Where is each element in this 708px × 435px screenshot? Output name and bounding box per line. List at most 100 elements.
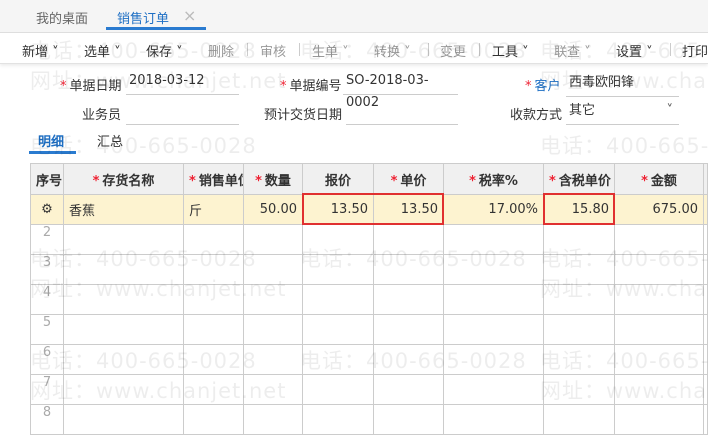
date-field[interactable]: 2018-03-12 [126,70,239,95]
settings-button[interactable]: 设置 ˅ [616,41,653,60]
empty-cell[interactable] [543,314,615,345]
table-row[interactable]: 6 [30,344,708,375]
empty-cell[interactable] [443,284,544,315]
empty-cell[interactable] [302,344,374,375]
empty-cell[interactable] [373,284,444,315]
salesman-field[interactable] [126,100,239,125]
empty-cell[interactable] [614,314,704,345]
empty-cell[interactable] [63,314,184,345]
empty-cell[interactable] [543,344,615,375]
empty-cell[interactable] [443,404,544,435]
cell-item[interactable]: 香蕉 [63,194,184,225]
empty-cell[interactable] [703,254,708,285]
empty-cell[interactable] [373,374,444,405]
empty-cell[interactable] [183,344,244,375]
empty-cell[interactable] [63,254,184,285]
query-button[interactable]: 联查 ˅ [554,41,591,60]
empty-cell[interactable] [243,344,303,375]
cell-tax[interactable]: 17.00% [443,194,544,225]
row-settings-icon[interactable]: ⚙ [30,194,64,225]
delete-button[interactable]: 删除 [208,41,234,60]
empty-cell[interactable] [543,404,615,435]
empty-cell[interactable] [302,404,374,435]
empty-cell[interactable] [373,254,444,285]
empty-cell[interactable] [443,314,544,345]
tab-summary[interactable]: 汇总 [97,131,123,150]
empty-cell[interactable] [373,314,444,345]
empty-cell[interactable] [373,404,444,435]
empty-cell[interactable] [614,344,704,375]
payment-select[interactable]: 其它 ˅ [566,100,679,125]
cell-unit[interactable]: 斤 [183,194,244,225]
generate-button[interactable]: 生单 ˅ [312,41,349,60]
cell-amount[interactable]: 675.00 [614,194,704,225]
empty-cell[interactable] [543,224,615,255]
change-button[interactable]: 变更 [440,41,466,60]
empty-cell[interactable] [703,314,708,345]
empty-cell[interactable] [243,314,303,345]
tab-desktop[interactable]: 我的桌面 [36,8,88,27]
empty-cell[interactable] [443,224,544,255]
empty-cell[interactable] [543,284,615,315]
delivery-date-field[interactable] [346,100,458,125]
empty-cell[interactable] [703,224,708,255]
empty-cell[interactable] [614,224,704,255]
table-row[interactable]: 3 [30,254,708,285]
cell-qty[interactable]: 50.00 [243,194,303,225]
empty-cell[interactable] [703,344,708,375]
empty-cell[interactable] [614,254,704,285]
customer-field[interactable]: 西毒欧阳锋 [566,72,679,97]
empty-cell[interactable] [703,374,708,405]
empty-cell[interactable] [183,284,244,315]
empty-cell[interactable] [183,404,244,435]
audit-button[interactable]: 审核 [260,41,286,60]
empty-cell[interactable] [63,374,184,405]
table-row[interactable]: 2 [30,224,708,255]
empty-cell[interactable] [443,344,544,375]
empty-cell[interactable] [614,374,704,405]
table-row[interactable]: 8 [30,404,708,435]
empty-cell[interactable] [543,374,615,405]
tools-button[interactable]: 工具 ˅ [492,41,529,60]
empty-cell[interactable] [373,344,444,375]
select-button[interactable]: 选单 ˅ [84,41,121,60]
empty-cell[interactable] [183,224,244,255]
empty-cell[interactable] [63,224,184,255]
empty-cell[interactable] [243,374,303,405]
new-button[interactable]: 新增 ˅ [22,41,59,60]
empty-cell[interactable] [183,254,244,285]
empty-cell[interactable] [302,254,374,285]
empty-cell[interactable] [63,404,184,435]
empty-cell[interactable] [183,314,244,345]
empty-cell[interactable] [243,284,303,315]
empty-cell[interactable] [243,404,303,435]
empty-cell[interactable] [703,284,708,315]
empty-cell[interactable] [373,224,444,255]
empty-cell[interactable] [614,404,704,435]
table-row[interactable]: 7 [30,374,708,405]
empty-cell[interactable] [63,344,184,375]
save-button[interactable]: 保存 ˅ [146,41,183,60]
empty-cell[interactable] [443,374,544,405]
print-button[interactable]: 打印 [682,41,708,60]
empty-cell[interactable] [243,254,303,285]
order-no-field[interactable]: SO-2018-03-0002 [343,70,458,110]
empty-cell[interactable] [703,404,708,435]
empty-cell[interactable] [183,374,244,405]
table-row[interactable]: 4 [30,284,708,315]
empty-cell[interactable] [302,374,374,405]
tab-detail[interactable]: 明细 [38,131,64,150]
empty-cell[interactable] [243,224,303,255]
empty-cell[interactable] [443,254,544,285]
close-icon[interactable]: × [183,6,196,25]
empty-cell[interactable] [63,284,184,315]
customer-label[interactable]: * 客户 [525,75,561,94]
empty-cell[interactable] [302,314,374,345]
empty-cell[interactable] [302,224,374,255]
tab-sales-order[interactable]: 销售订单 [117,8,169,27]
convert-button[interactable]: 转换 ˅ [374,41,411,60]
empty-cell[interactable] [302,284,374,315]
table-row[interactable]: 5 [30,314,708,345]
empty-cell[interactable] [543,254,615,285]
empty-cell[interactable] [614,284,704,315]
